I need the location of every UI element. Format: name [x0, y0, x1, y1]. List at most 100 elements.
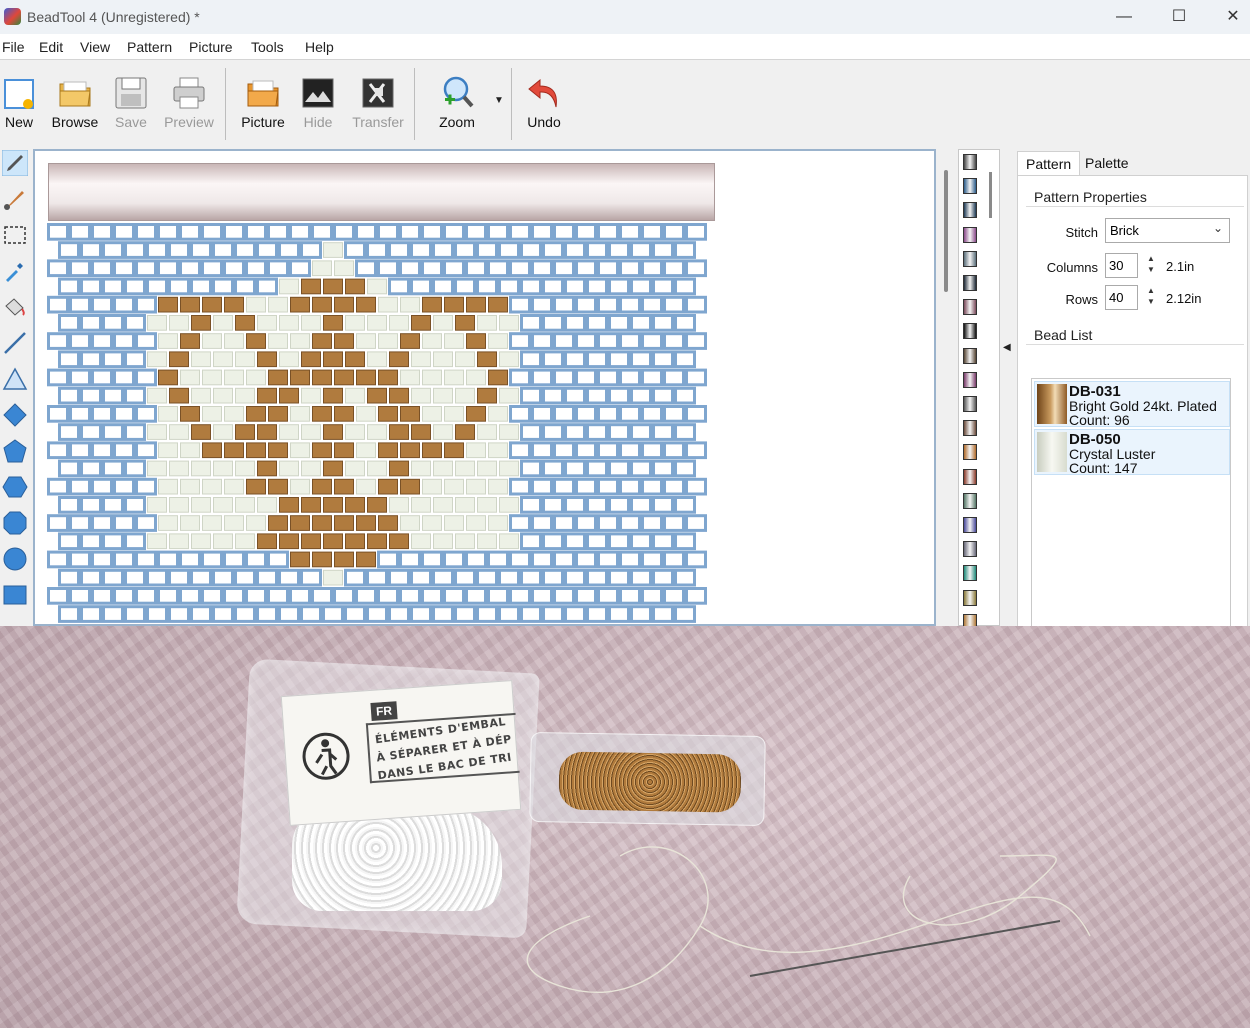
bead-cell[interactable] — [367, 533, 387, 550]
hexagon-icon[interactable] — [2, 474, 28, 500]
bead-cell[interactable] — [421, 587, 443, 605]
bead-cell[interactable] — [290, 406, 310, 422]
bead-cell[interactable] — [586, 241, 608, 259]
bead-cell[interactable] — [597, 550, 619, 569]
bead-cell[interactable] — [212, 605, 234, 623]
bead-cell[interactable] — [410, 241, 432, 259]
zoom-dropdown-arrow-icon[interactable]: ▼ — [494, 95, 504, 106]
bead-cell[interactable] — [685, 368, 707, 387]
bead-cell[interactable] — [135, 550, 157, 569]
bead-cell[interactable] — [531, 368, 553, 387]
bead-cell[interactable] — [388, 605, 410, 623]
bead-cell[interactable] — [553, 477, 575, 496]
bead-cell[interactable] — [455, 497, 475, 513]
bead-cell[interactable] — [553, 295, 575, 314]
bead-cell[interactable] — [378, 478, 398, 495]
bead-cell[interactable] — [91, 332, 113, 350]
bead-cell[interactable] — [224, 296, 244, 313]
bead-cell[interactable] — [58, 350, 80, 369]
bead-cell[interactable] — [422, 296, 442, 313]
bead-cell[interactable] — [169, 424, 189, 440]
bead-cell[interactable] — [553, 514, 575, 532]
menu-file[interactable]: File — [2, 39, 25, 55]
bead-cell[interactable] — [356, 369, 376, 386]
bead-cell[interactable] — [158, 478, 178, 495]
bead-cell[interactable] — [400, 369, 420, 386]
bead-cell[interactable] — [542, 241, 564, 259]
bead-cell[interactable] — [685, 295, 707, 314]
bead-cell[interactable] — [279, 387, 299, 404]
bead-cell[interactable] — [323, 351, 343, 368]
bead-cell[interactable] — [180, 406, 200, 422]
bead-cell[interactable] — [377, 259, 399, 278]
bead-cell[interactable] — [663, 368, 685, 387]
bead-cell[interactable] — [619, 368, 641, 387]
bead-cell[interactable] — [344, 605, 366, 623]
bead-cell[interactable] — [652, 277, 674, 296]
bead-cell[interactable] — [389, 497, 409, 513]
bead-cell[interactable] — [257, 533, 277, 550]
bead-cell[interactable] — [158, 406, 178, 422]
bead-cell[interactable] — [102, 350, 124, 369]
bead-cell[interactable] — [630, 277, 652, 296]
bead-cell[interactable] — [279, 351, 299, 368]
bead-cell[interactable] — [290, 515, 310, 531]
bead-cell[interactable] — [663, 332, 685, 350]
bead-cell[interactable] — [102, 532, 124, 551]
bead-cell[interactable] — [630, 314, 652, 332]
bead-cell[interactable] — [466, 406, 486, 422]
bead-cell[interactable] — [301, 460, 321, 477]
bead-cell[interactable] — [80, 314, 102, 332]
bead-cell[interactable] — [267, 550, 289, 569]
bead-cell[interactable] — [619, 332, 641, 350]
bead-cell[interactable] — [191, 460, 211, 477]
palette-swatch[interactable] — [963, 468, 977, 485]
bead-cell[interactable] — [102, 241, 124, 259]
line-icon[interactable] — [2, 330, 28, 356]
bead-cell[interactable] — [531, 550, 553, 569]
bead-cell[interactable] — [91, 550, 113, 569]
bead-cell[interactable] — [355, 587, 377, 605]
bead-cell[interactable] — [652, 459, 674, 478]
bead-cell[interactable] — [356, 478, 376, 495]
bead-cell[interactable] — [466, 333, 486, 349]
bead-cell[interactable] — [466, 515, 486, 531]
bead-cell[interactable] — [223, 587, 245, 605]
bead-cell[interactable] — [499, 315, 519, 331]
bead-cell[interactable] — [685, 259, 707, 278]
bead-cell[interactable] — [388, 241, 410, 259]
bead-cell[interactable] — [366, 568, 388, 587]
bead-cell[interactable] — [334, 515, 354, 531]
bead-cell[interactable] — [190, 277, 212, 296]
bead-cell[interactable] — [422, 406, 442, 422]
bead-cell[interactable] — [256, 605, 278, 623]
bead-cell[interactable] — [80, 241, 102, 259]
bead-cell[interactable] — [147, 497, 167, 513]
bead-list-item[interactable]: DB-031 Bright Gold 24kt. Plated Count: 9… — [1034, 381, 1230, 428]
bead-cell[interactable] — [135, 587, 157, 605]
menu-picture[interactable]: Picture — [189, 39, 233, 55]
bead-cell[interactable] — [333, 587, 355, 605]
bead-cell[interactable] — [201, 259, 223, 278]
bead-cell[interactable] — [488, 369, 508, 386]
bead-cell[interactable] — [542, 386, 564, 405]
bead-cell[interactable] — [290, 442, 310, 459]
bead-cell[interactable] — [102, 277, 124, 296]
bead-cell[interactable] — [322, 605, 344, 623]
bead-cell[interactable] — [245, 587, 267, 605]
bead-cell[interactable] — [476, 605, 498, 623]
tab-palette[interactable]: Palette — [1077, 151, 1137, 176]
bead-cell[interactable] — [663, 259, 685, 278]
bead-cell[interactable] — [69, 477, 91, 496]
bead-cell[interactable] — [312, 260, 332, 277]
bead-cell[interactable] — [487, 587, 509, 605]
bead-cell[interactable] — [356, 296, 376, 313]
bead-cell[interactable] — [367, 278, 387, 295]
bead-cell[interactable] — [366, 241, 388, 259]
bead-cell[interactable] — [91, 259, 113, 278]
bead-cell[interactable] — [223, 550, 245, 569]
bead-cell[interactable] — [433, 533, 453, 550]
bead-cell[interactable] — [312, 515, 332, 531]
bead-cell[interactable] — [674, 568, 696, 587]
bead-cell[interactable] — [389, 424, 409, 440]
